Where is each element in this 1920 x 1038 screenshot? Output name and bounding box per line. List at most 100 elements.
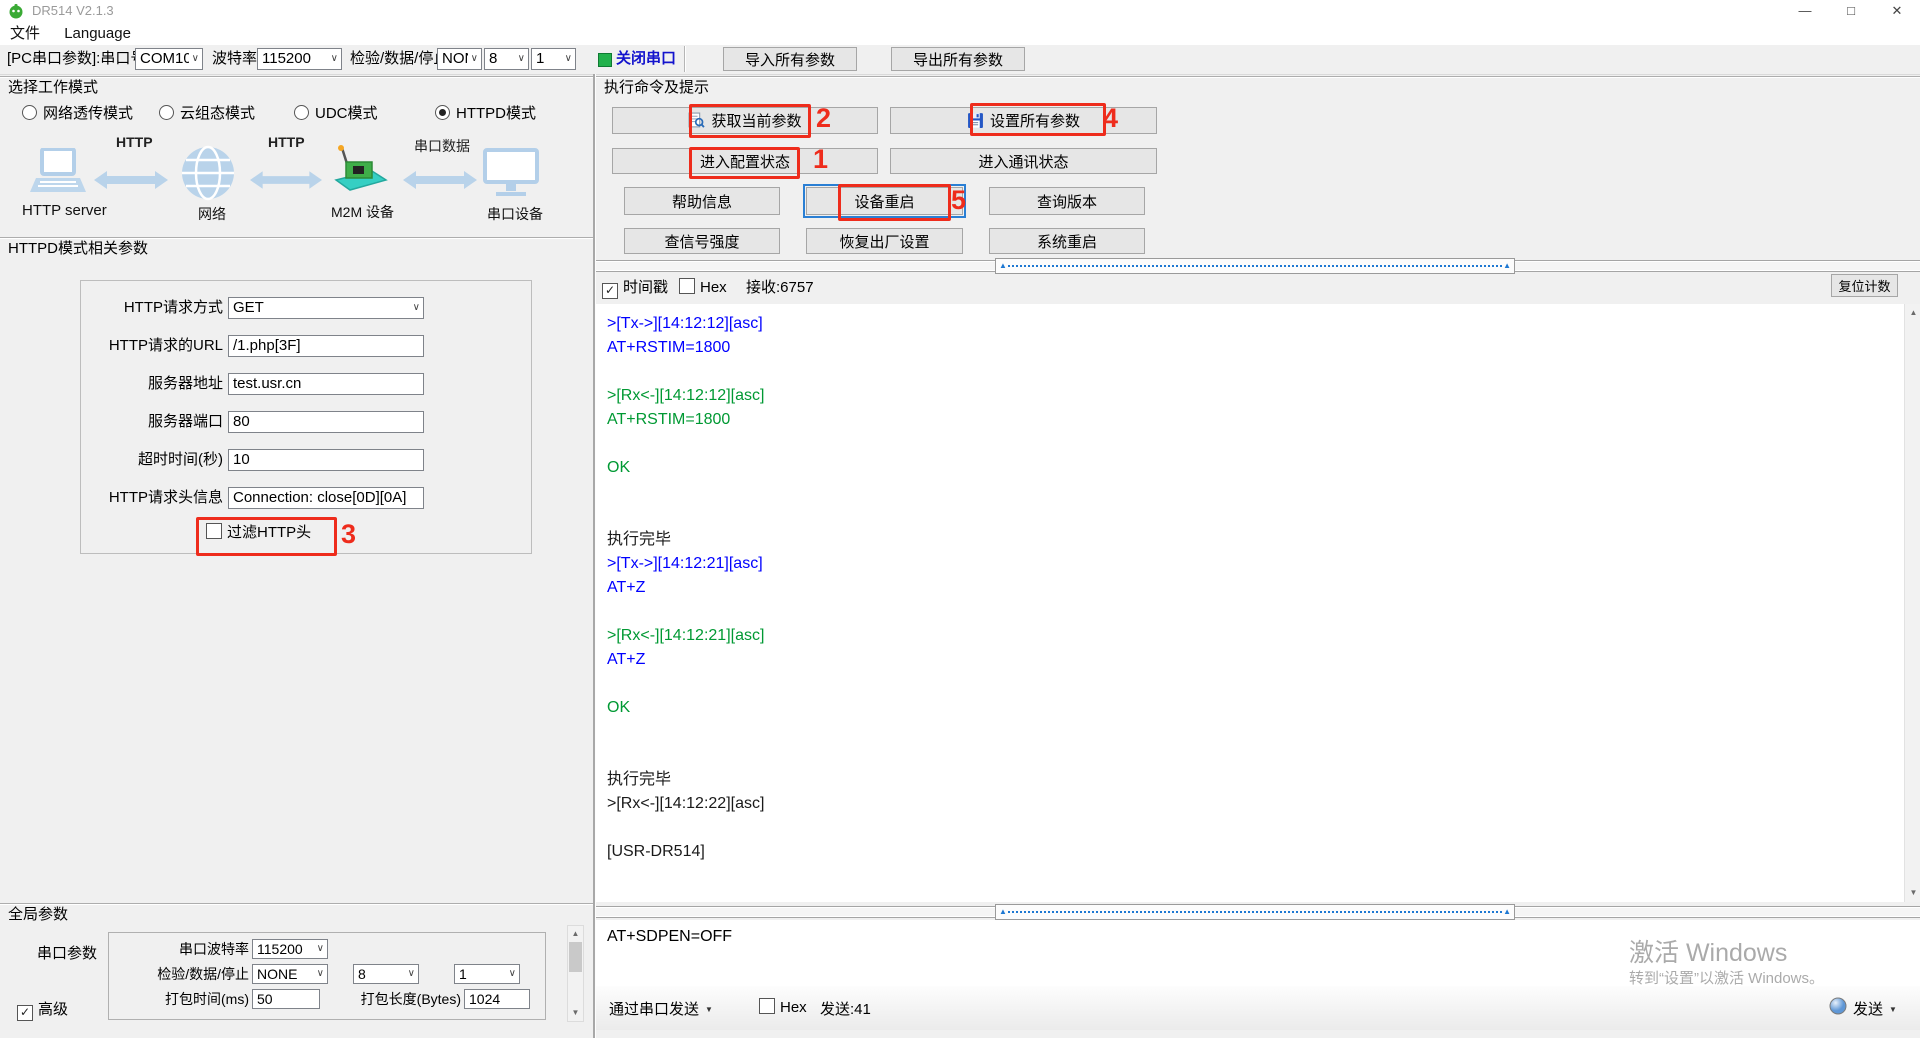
annotation-number-5: 5 bbox=[951, 185, 967, 215]
databits-select[interactable]: 8 ∨ bbox=[484, 48, 529, 70]
radio-httpd-mode[interactable]: HTTPD模式 bbox=[435, 104, 536, 124]
watermark-line2: 转到“设置”以激活 Windows。 bbox=[1629, 970, 1825, 987]
minimize-button[interactable]: — bbox=[1782, 0, 1828, 22]
diagram-link-label: 串口数据 bbox=[414, 138, 470, 154]
scroll-up-icon[interactable]: ▲ bbox=[1906, 306, 1920, 320]
radio-net-passthrough[interactable]: 网络透传模式 bbox=[22, 104, 133, 124]
gp-packlen-label: 打包长度(Bytes) bbox=[360, 991, 461, 1007]
log-hex-checkbox[interactable]: Hex bbox=[679, 278, 727, 298]
left-scrollbar[interactable]: ▲ ▼ bbox=[567, 925, 584, 1022]
send-hex-checkbox[interactable]: Hex bbox=[759, 998, 807, 1018]
slider-right-icon[interactable]: ▲ bbox=[1503, 261, 1511, 271]
radio-cloud-config[interactable]: 云组态模式 bbox=[159, 104, 255, 124]
scroll-down-icon[interactable]: ▼ bbox=[1906, 886, 1920, 900]
query-signal-button[interactable]: 查信号强度 bbox=[624, 228, 780, 254]
right-panel: 执行命令及提示 获取当前参数 设置所有参数 进入配置状态 进入通讯状态 帮助信息… bbox=[596, 74, 1920, 1038]
gp-packtime-input[interactable]: 50 bbox=[252, 989, 320, 1009]
scrollbar-track[interactable]: ▲ ▲ bbox=[995, 258, 1515, 274]
gp-databits-select[interactable]: 8 ∨ bbox=[353, 964, 419, 984]
app-window: DR514 V2.1.3 — □ ✕ 文件 Language [PC串口参数]:… bbox=[0, 0, 1920, 1038]
send-input[interactable]: AT+SDPEN=OFF bbox=[607, 928, 732, 946]
maximize-button[interactable]: □ bbox=[1828, 0, 1874, 22]
parity-data-stop-label: 检验/数据/停止 bbox=[350, 50, 449, 67]
parity-select[interactable]: NONI∨ bbox=[437, 48, 482, 70]
m2m-device-icon bbox=[334, 145, 388, 191]
close-button[interactable]: ✕ bbox=[1874, 0, 1920, 22]
http-url-input[interactable]: /1.php[3F] bbox=[228, 335, 424, 357]
log-line: AT+RSTIM=1800 bbox=[607, 339, 731, 356]
menu-file[interactable]: 文件 bbox=[0, 22, 50, 45]
log-line: >[Tx->][14:12:21][asc] bbox=[607, 555, 763, 572]
send-via-serial-dropdown[interactable]: 通过串口发送 ▼ bbox=[609, 998, 713, 1019]
serial-params-box: 串口波特率 115200 ∨ 检验/数据/停止 NONE ∨ 8 ∨ 1 ∨ 打包时间(… bbox=[108, 932, 546, 1020]
factory-reset-button[interactable]: 恢复出厂设置 bbox=[806, 228, 963, 254]
http-header-input[interactable]: Connection: close[0D][0A] bbox=[228, 487, 424, 509]
stopbits-select[interactable]: 1 ∨ bbox=[531, 48, 576, 70]
baud-select[interactable]: 115200 ∨ bbox=[257, 48, 342, 70]
enter-comm-state-button[interactable]: 进入通讯状态 bbox=[890, 148, 1157, 174]
radio-selected-icon bbox=[435, 105, 450, 120]
gp-stopbits-select[interactable]: 1 ∨ bbox=[454, 964, 520, 984]
globe-icon bbox=[182, 145, 234, 201]
annotation-number-1: 1 bbox=[813, 144, 829, 174]
radio-icon bbox=[22, 105, 37, 120]
global-params-header: 全局参数 bbox=[0, 903, 593, 925]
reset-counter-button[interactable]: 复位计数 bbox=[1831, 274, 1898, 297]
gp-baud-select[interactable]: 115200 ∨ bbox=[252, 939, 328, 959]
gp-packtime-label: 打包时间(ms) bbox=[165, 991, 249, 1007]
left-panel: 选择工作模式 网络透传模式 云组态模式 UDC模式 HTTPD模式 HTTP s… bbox=[0, 74, 593, 1038]
com-port-select[interactable]: COM10 ∨ bbox=[135, 48, 203, 70]
slider-left-icon[interactable]: ▲ bbox=[999, 907, 1007, 917]
scroll-up-icon[interactable]: ▲ bbox=[568, 927, 583, 941]
chevron-down-icon: ∨ bbox=[407, 968, 415, 979]
log-line: AT+RSTIM=1800 bbox=[607, 411, 731, 428]
annotation-number-3: 3 bbox=[341, 519, 357, 549]
log-line: >[Rx<-][14:12:22][asc] bbox=[607, 795, 765, 812]
import-params-button[interactable]: 导入所有参数 bbox=[723, 47, 857, 71]
diagram-node-label: 网络 bbox=[198, 206, 226, 222]
annotation-number-4: 4 bbox=[1103, 103, 1119, 133]
log-vscrollbar[interactable]: ▲ ▼ bbox=[1904, 304, 1920, 902]
serial-params-label: 串口参数 bbox=[37, 945, 98, 962]
server-address-input[interactable]: test.usr.cn bbox=[228, 373, 424, 395]
log-bottom-scrollbar[interactable]: ▲ ▲ bbox=[596, 904, 1920, 920]
slider-left-icon[interactable]: ▲ bbox=[999, 261, 1007, 271]
scroll-down-icon[interactable]: ▼ bbox=[568, 1006, 583, 1020]
radio-icon bbox=[159, 105, 174, 120]
gp-packlen-input[interactable]: 1024 bbox=[464, 989, 530, 1009]
log-top-scrollbar[interactable]: ▲ ▲ bbox=[596, 258, 1920, 274]
send-button[interactable]: 发送 ▼ bbox=[1853, 998, 1897, 1019]
scrollbar-track[interactable]: ▲ ▲ bbox=[995, 904, 1515, 920]
help-info-button[interactable]: 帮助信息 bbox=[624, 187, 780, 215]
server-port-input[interactable]: 80 bbox=[228, 411, 424, 433]
timeout-input[interactable]: 10 bbox=[228, 449, 424, 471]
http-method-label: HTTP请求方式 bbox=[123, 299, 223, 316]
radio-icon bbox=[294, 105, 309, 120]
pc-serial-label: [PC串口参数]:串口号 bbox=[7, 50, 146, 67]
advanced-checkbox[interactable]: ✓ 高级 bbox=[17, 1000, 68, 1021]
http-method-select[interactable]: GET ∨ bbox=[228, 297, 424, 319]
system-restart-button[interactable]: 系统重启 bbox=[989, 228, 1145, 254]
radio-udc-mode[interactable]: UDC模式 bbox=[294, 104, 378, 124]
timestamp-checkbox[interactable]: ✓ 时间戳 bbox=[602, 278, 668, 299]
slider-dots bbox=[1008, 911, 1502, 913]
query-version-button[interactable]: 查询版本 bbox=[989, 187, 1145, 215]
log-line: OK bbox=[607, 699, 631, 716]
send-badge-icon bbox=[1829, 997, 1847, 1015]
chevron-down-icon: ∨ bbox=[508, 968, 516, 979]
log-output[interactable]: >[Tx->][14:12:12][asc] AT+RSTIM=1800 >[Rx… bbox=[596, 304, 1904, 902]
app-logo-icon bbox=[9, 4, 23, 19]
watermark-line1: 激活 Windows bbox=[1629, 939, 1788, 967]
menu-language[interactable]: Language bbox=[54, 22, 141, 45]
slider-right-icon[interactable]: ▲ bbox=[1503, 907, 1511, 917]
scrollbar-thumb[interactable] bbox=[569, 942, 582, 972]
gp-parity-select[interactable]: NONE ∨ bbox=[252, 964, 328, 984]
export-params-button[interactable]: 导出所有参数 bbox=[891, 47, 1025, 71]
arrow-icon bbox=[94, 171, 168, 189]
close-serial-button[interactable]: 关闭串口 bbox=[616, 48, 676, 70]
serial-toolbar: [PC串口参数]:串口号 COM10 ∨ 波特率 115200 ∨ 检验/数据/停止… bbox=[0, 45, 1920, 75]
